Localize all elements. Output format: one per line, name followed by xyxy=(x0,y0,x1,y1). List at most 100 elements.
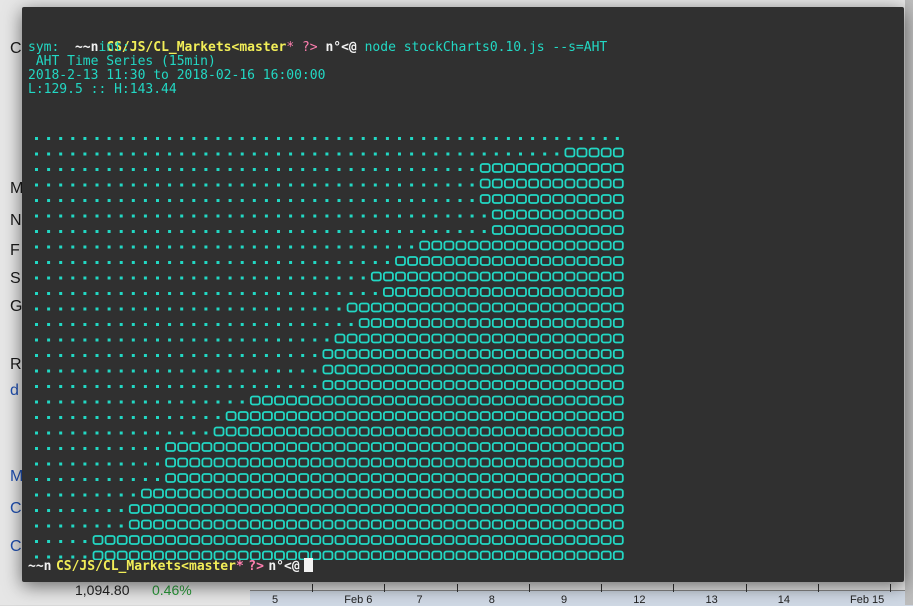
chart-dot xyxy=(35,168,38,171)
chart-fill-cell xyxy=(552,225,564,235)
chart-fill-cell xyxy=(503,411,515,421)
background-scrollbar[interactable] xyxy=(905,0,913,605)
chart-fill-cell xyxy=(286,426,298,437)
chart-dot xyxy=(131,261,135,264)
chart-fill-cell xyxy=(503,364,515,375)
chart-fill-cell xyxy=(503,535,515,545)
chart-fill-cell xyxy=(479,442,491,452)
chart-fill-cell xyxy=(395,519,406,530)
chart-fill-cell xyxy=(382,302,394,313)
chart-fill-cell xyxy=(528,349,540,359)
chart-dot xyxy=(143,478,147,481)
chart-dot xyxy=(119,493,123,497)
chart-dot xyxy=(131,493,135,497)
chart-dot xyxy=(373,152,377,156)
chart-row xyxy=(35,426,624,437)
chart-dot xyxy=(71,276,75,280)
chart-dot xyxy=(192,323,196,326)
chart-dot xyxy=(119,245,123,249)
chart-fill-cell xyxy=(528,287,540,297)
chart-row xyxy=(35,457,624,468)
chart-fill-cell xyxy=(552,364,564,375)
chart-dot xyxy=(192,183,196,187)
active-prompt-line[interactable]: ~~n CS/JS/CL_Markets<master* ?> n°<@ xyxy=(28,557,313,575)
chart-fill-cell xyxy=(443,287,455,297)
chart-dot xyxy=(83,152,87,156)
chart-fill-cell xyxy=(576,395,588,406)
chart-dot xyxy=(35,323,38,326)
chart-fill-cell xyxy=(249,457,261,468)
chart-dot xyxy=(531,152,535,156)
chart-dot xyxy=(192,292,196,295)
chart-dot xyxy=(59,230,63,233)
chart-fill-cell xyxy=(600,163,612,173)
chart-fill-cell xyxy=(443,318,455,328)
chart-dot xyxy=(119,214,123,218)
chart-dot xyxy=(83,338,87,342)
chart-dot xyxy=(168,230,172,233)
chart-dot xyxy=(59,323,63,326)
chart-dot xyxy=(35,447,38,450)
chart-dot xyxy=(337,183,341,187)
chart-dot xyxy=(59,338,63,342)
chart-dot xyxy=(35,431,38,435)
chart-dot xyxy=(131,245,135,249)
chart-row xyxy=(35,147,624,158)
chart-fill-cell xyxy=(479,318,491,328)
chart-dot xyxy=(35,307,38,311)
chart-fill-cell xyxy=(443,395,455,406)
chart-fill-cell xyxy=(576,271,588,282)
terminal-window[interactable]: ~~n CS/JS/CL_Markets<master* ?> n°<@ nod… xyxy=(22,7,904,582)
chart-dot xyxy=(59,292,63,295)
chart-dot xyxy=(192,276,196,280)
chart-fill-cell xyxy=(382,349,394,359)
chart-dot xyxy=(494,137,498,140)
chart-dot xyxy=(95,354,99,357)
chart-dot xyxy=(119,338,123,342)
chart-dot xyxy=(95,292,99,295)
chart-fill-cell xyxy=(612,395,624,406)
chart-fill-cell xyxy=(612,147,624,158)
chart-fill-cell xyxy=(153,504,164,514)
terminal-cursor[interactable] xyxy=(303,558,313,572)
chart-fill-cell xyxy=(274,519,285,530)
chart-fill-cell xyxy=(528,240,540,251)
background-left-letter[interactable]: C xyxy=(10,538,22,556)
chart-fill-cell xyxy=(358,318,370,328)
chart-fill-cell xyxy=(540,380,552,390)
chart-fill-cell xyxy=(455,256,467,266)
chart-dot xyxy=(228,400,232,404)
chart-dot xyxy=(83,400,87,404)
chart-dot xyxy=(59,354,63,357)
chart-fill-cell xyxy=(213,519,225,530)
chart-fill-cell xyxy=(479,349,491,359)
chart-fill-cell xyxy=(455,519,467,530)
chart-fill-cell xyxy=(479,178,491,189)
chart-dot xyxy=(131,137,135,140)
chart-fill-cell xyxy=(528,194,540,204)
chart-dot xyxy=(228,323,232,326)
chart-dot xyxy=(410,230,414,233)
chart-fill-cell xyxy=(552,550,564,560)
chart-row xyxy=(35,380,624,390)
chart-dot xyxy=(337,230,341,233)
chart-dot xyxy=(35,199,38,202)
chart-fill-cell xyxy=(455,395,467,406)
chart-dot xyxy=(47,307,51,311)
chart-fill-cell xyxy=(358,411,370,421)
chart-dot xyxy=(168,183,172,187)
chart-fill-cell xyxy=(564,333,576,344)
chart-fill-cell xyxy=(407,302,419,313)
chart-dot xyxy=(168,431,172,435)
chart-fill-cell xyxy=(431,426,443,437)
chart-fill-cell xyxy=(540,225,552,235)
chart-fill-cell xyxy=(540,163,552,173)
background-left-letter[interactable]: C xyxy=(10,500,22,518)
background-left-letter[interactable]: d xyxy=(10,382,19,400)
chart-fill-cell xyxy=(503,442,515,452)
chart-dot xyxy=(83,524,87,528)
chart-row xyxy=(35,137,619,140)
chart-fill-cell xyxy=(298,426,310,437)
chart-fill-cell xyxy=(600,519,612,530)
chart-dot xyxy=(131,292,135,295)
